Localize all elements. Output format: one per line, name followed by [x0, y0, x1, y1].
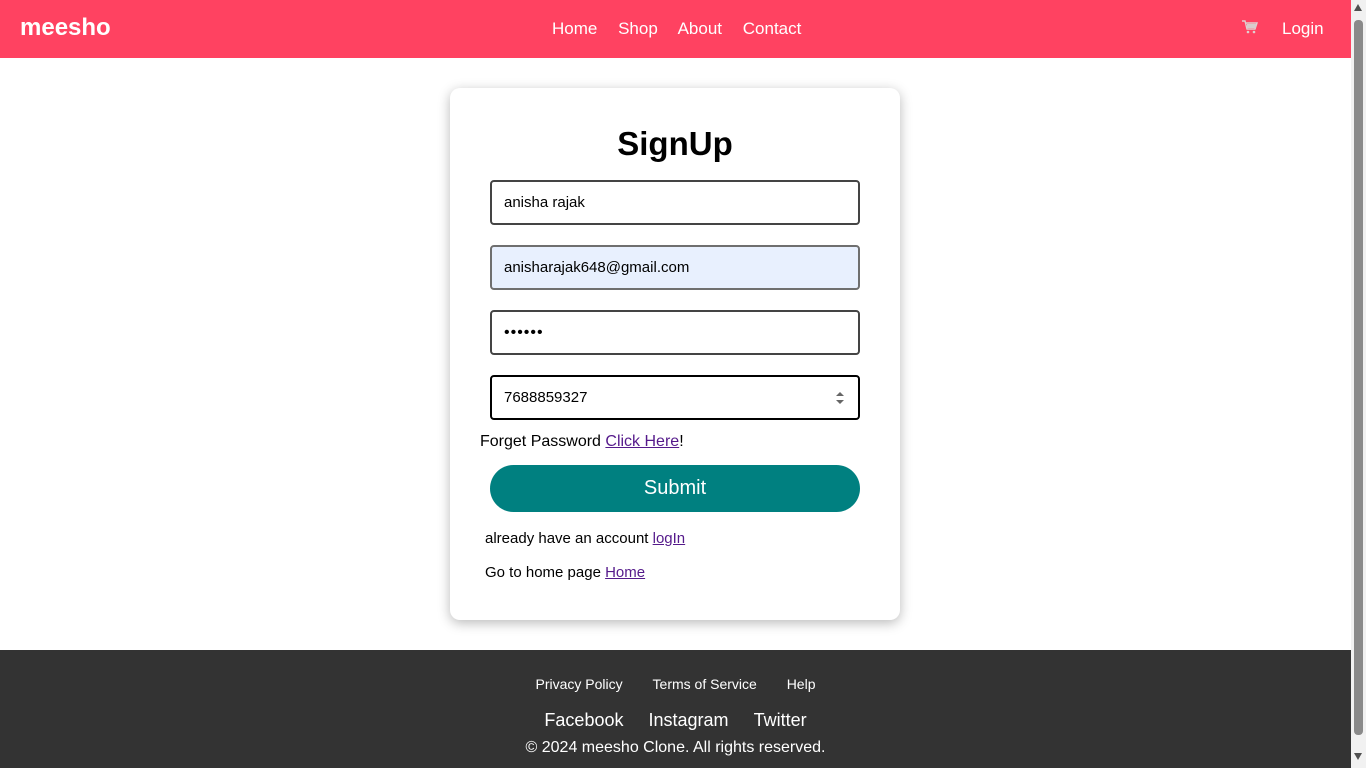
scrollbar[interactable] [1351, 0, 1366, 768]
social-link-twitter[interactable]: Twitter [754, 710, 807, 730]
social-links: Facebook Instagram Twitter [0, 710, 1351, 731]
nav-link-contact[interactable]: Contact [743, 19, 802, 38]
submit-button[interactable]: Submit [490, 465, 860, 512]
have-account-row: already have an account logIn [485, 530, 685, 547]
signup-card: SignUp anisha rajak anisharajak648@gmail… [450, 88, 900, 620]
forgot-password-text: Forget Password [480, 433, 601, 450]
password-input[interactable]: •••••• [490, 310, 860, 355]
forgot-password-link[interactable]: Click Here [605, 433, 679, 450]
footer-link-help[interactable]: Help [787, 676, 816, 692]
social-link-instagram[interactable]: Instagram [649, 710, 729, 730]
footer-link-terms[interactable]: Terms of Service [653, 676, 757, 692]
password-input-value: •••••• [504, 324, 544, 341]
email-input[interactable]: anisharajak648@gmail.com [490, 245, 860, 290]
brand-logo[interactable]: meesho [20, 14, 111, 42]
login-link[interactable]: Login [1282, 19, 1324, 39]
have-account-text: already have an account [485, 530, 649, 547]
copyright: © 2024 meesho Clone. All rights reserved… [525, 739, 826, 756]
nav-links: Home Shop About Contact [552, 19, 817, 39]
social-link-facebook[interactable]: Facebook [544, 710, 623, 730]
footer-links: Privacy Policy Terms of Service Help [0, 676, 1351, 692]
number-spinner-icon[interactable] [836, 391, 844, 405]
nav-link-shop[interactable]: Shop [618, 19, 658, 38]
forgot-password: Forget Password Click Here! [480, 433, 684, 451]
signup-title: SignUp [617, 125, 733, 162]
login-page-link[interactable]: logIn [653, 530, 686, 547]
phone-input[interactable]: 7688859327 [490, 375, 860, 420]
home-page-link[interactable]: Home [605, 564, 645, 581]
email-input-value: anisharajak648@gmail.com [504, 259, 690, 276]
go-home-text: Go to home page [485, 564, 601, 581]
forgot-password-suffix: ! [679, 433, 684, 450]
scroll-thumb[interactable] [1354, 20, 1363, 735]
scroll-up-icon[interactable] [1354, 4, 1362, 11]
footer: Privacy Policy Terms of Service Help Fac… [0, 650, 1351, 768]
phone-input-value: 7688859327 [504, 389, 588, 406]
nav-link-home[interactable]: Home [552, 19, 597, 38]
go-home-row: Go to home page Home [485, 564, 645, 581]
navbar: meesho Home Shop About Contact Login [0, 0, 1351, 58]
nav-link-about[interactable]: About [678, 19, 722, 38]
footer-link-privacy[interactable]: Privacy Policy [536, 676, 623, 692]
cart-icon[interactable] [1242, 20, 1258, 34]
name-input[interactable]: anisha rajak [490, 180, 860, 225]
name-input-value: anisha rajak [504, 194, 585, 211]
scroll-down-icon[interactable] [1354, 753, 1362, 760]
